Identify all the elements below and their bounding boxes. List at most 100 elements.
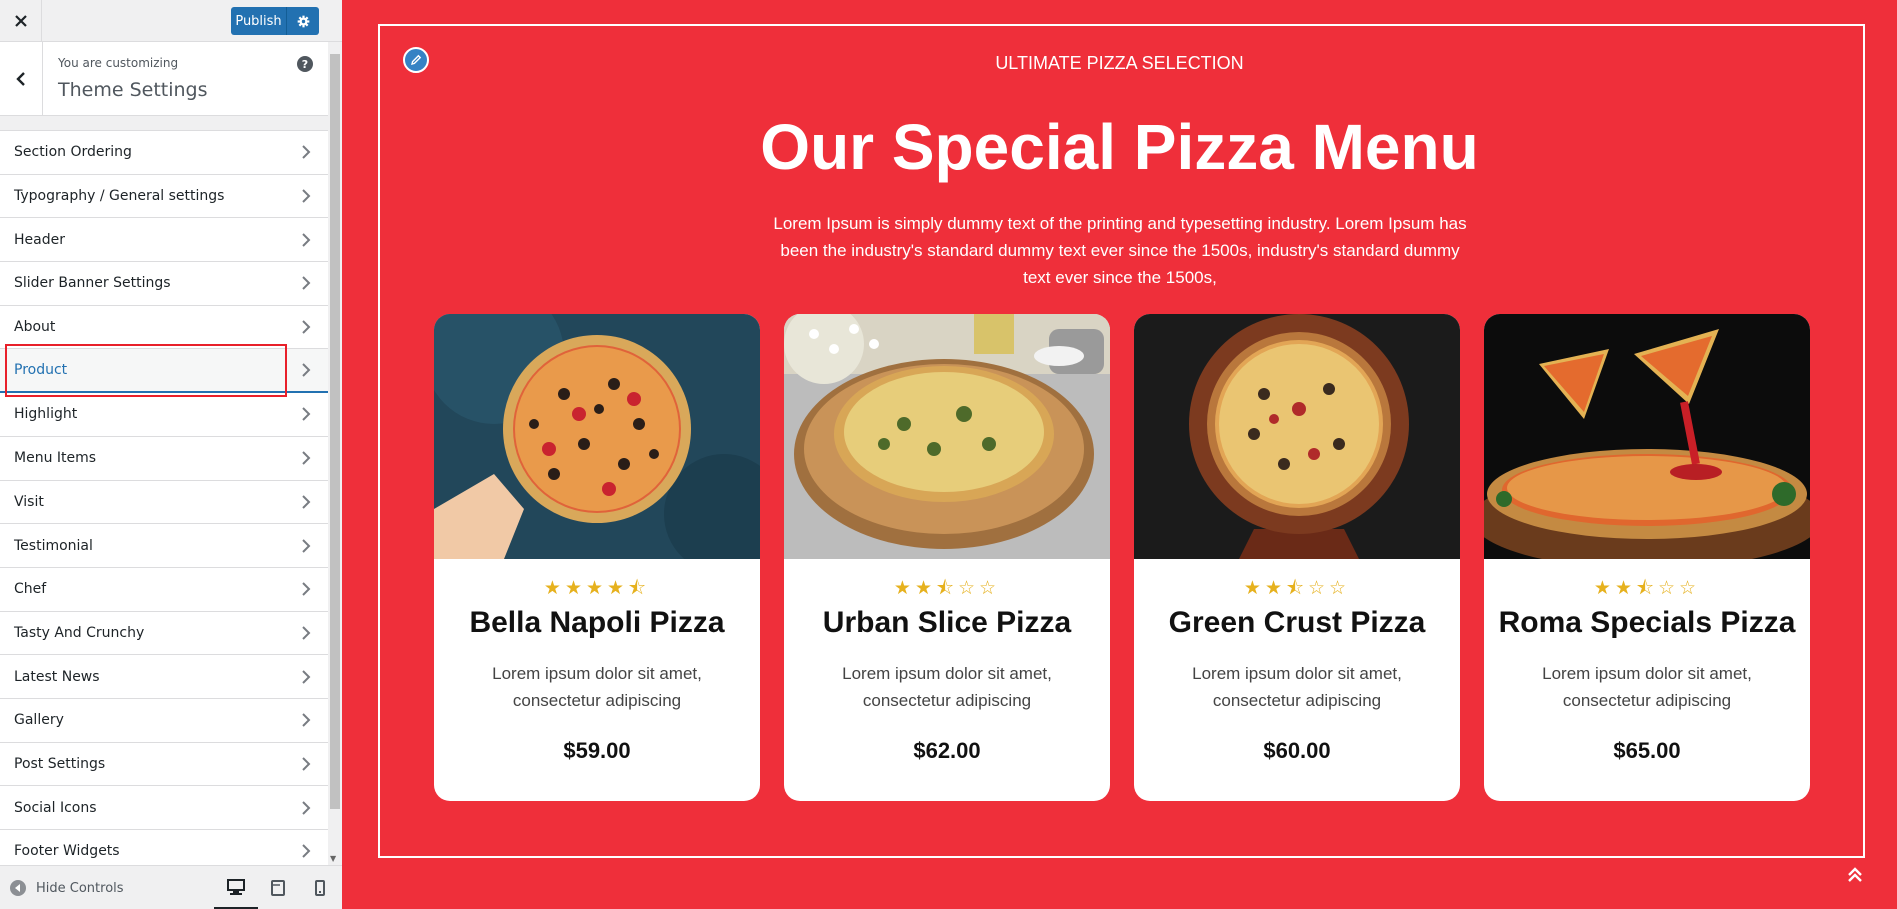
- publish-settings-button[interactable]: [286, 7, 319, 35]
- section-item-testimonial[interactable]: Testimonial: [0, 524, 328, 568]
- section-item-menu-items[interactable]: Menu Items: [0, 436, 328, 481]
- product-price: $60.00: [1263, 738, 1331, 763]
- hide-controls-button[interactable]: Hide Controls: [10, 866, 124, 909]
- section-item-typography-general-settings[interactable]: Typography / General settings: [0, 174, 328, 219]
- section-item-footer-widgets[interactable]: Footer Widgets: [0, 830, 328, 865]
- chevron-right-icon: [302, 844, 311, 859]
- publish-group: Publish: [231, 7, 319, 35]
- chevron-right-icon: [302, 451, 311, 465]
- preview-mobile-button[interactable]: [298, 866, 342, 909]
- back-chevron-icon: [16, 72, 25, 86]
- product-rating: ★★⯪☆☆: [1243, 577, 1351, 599]
- product-name: Bella Napoli Pizza: [469, 606, 725, 639]
- section-item-label: Testimonial: [14, 537, 93, 554]
- scrollbar-thumb[interactable]: [330, 54, 340, 809]
- chevron-right-icon: [302, 582, 311, 596]
- product-price: $62.00: [913, 738, 981, 763]
- preview-tablet-button[interactable]: [256, 866, 300, 909]
- product-card[interactable]: ★★★★⯪ Bella Napoli Pizza Lorem ipsum dol…: [434, 314, 760, 801]
- section-item-post-settings[interactable]: Post Settings: [0, 742, 328, 787]
- section-item-slider-banner-settings[interactable]: Slider Banner Settings: [0, 262, 328, 306]
- section-item-label: Social Icons: [14, 799, 97, 816]
- hide-controls-icon: [10, 880, 26, 896]
- section-item-product[interactable]: Product: [0, 349, 328, 394]
- gear-icon: [297, 15, 309, 27]
- tablet-icon: [271, 880, 285, 896]
- section-item-section-ordering[interactable]: Section Ordering: [0, 131, 328, 175]
- back-button[interactable]: [0, 42, 43, 116]
- chevron-right-icon: [302, 233, 311, 247]
- section-item-label: Tasty And Crunchy: [14, 624, 145, 641]
- section-item-label: Footer Widgets: [14, 843, 120, 860]
- section-item-highlight[interactable]: Highlight: [0, 393, 328, 437]
- product-image: [784, 314, 1110, 559]
- mobile-icon: [315, 880, 325, 896]
- section-item-header[interactable]: Header: [0, 218, 328, 263]
- product-description: Lorem ipsum dolor sit amet, consectetur …: [842, 664, 1052, 710]
- product-image: [1484, 314, 1810, 559]
- product-image: [434, 314, 760, 559]
- chevron-right-icon: [302, 320, 311, 334]
- product-price: $59.00: [563, 738, 631, 763]
- section-item-label: Post Settings: [14, 755, 106, 772]
- customizer-sidebar: Publish You are customizing Theme Settin…: [0, 0, 342, 909]
- product-rating: ★★★★⯪: [543, 577, 651, 599]
- desktop-icon: [227, 878, 245, 895]
- section-item-label: Latest News: [14, 668, 100, 685]
- product-name: Green Crust Pizza: [1168, 606, 1426, 639]
- double-chevron-up-icon[interactable]: [1846, 866, 1864, 884]
- product-description: Lorem ipsum dolor sit amet, consectetur …: [492, 664, 702, 710]
- product-description: Lorem ipsum dolor sit amet, consectetur …: [1542, 664, 1752, 710]
- section-item-label: Visit: [14, 493, 44, 510]
- section-item-label: Chef: [14, 581, 47, 598]
- chevron-right-icon: [302, 669, 311, 684]
- customizer-header: Publish: [0, 0, 342, 42]
- product-card[interactable]: ★★⯪☆☆ Green Crust Pizza Lorem ipsum dolo…: [1134, 314, 1460, 801]
- customizer-info: You are customizing Theme Settings ?: [0, 42, 328, 116]
- section-kicker: ULTIMATE PIZZA SELECTION: [995, 53, 1244, 73]
- customizing-label: You are customizing: [58, 56, 179, 70]
- help-icon[interactable]: ?: [297, 56, 313, 72]
- section-item-latest-news[interactable]: Latest News: [0, 655, 328, 699]
- section-item-tasty-and-crunchy[interactable]: Tasty And Crunchy: [0, 611, 328, 656]
- close-icon: [14, 15, 27, 27]
- section-item-gallery[interactable]: Gallery: [0, 698, 328, 743]
- section-intro: Lorem Ipsum is simply dummy text of the …: [773, 214, 1467, 287]
- section-item-label: Header: [14, 231, 65, 248]
- panel-title: Theme Settings: [58, 79, 208, 101]
- section-item-label: Gallery: [14, 712, 64, 729]
- product-image: [1134, 314, 1460, 559]
- product-rating: ★★⯪☆☆: [893, 577, 1001, 599]
- product-price: $65.00: [1613, 738, 1681, 763]
- chevron-right-icon: [302, 538, 311, 553]
- section-item-label: Highlight: [14, 406, 78, 423]
- customizer-footer: Hide Controls: [0, 865, 342, 909]
- close-button[interactable]: [0, 0, 42, 42]
- section-list: Section Ordering Typography / General set…: [0, 130, 328, 865]
- chevron-right-icon: [302, 713, 311, 727]
- section-item-social-icons[interactable]: Social Icons: [0, 786, 328, 830]
- chevron-right-icon: [302, 145, 311, 160]
- chevron-right-icon: [302, 757, 311, 771]
- product-name: Urban Slice Pizza: [822, 606, 1072, 639]
- chevron-right-icon: [302, 407, 311, 422]
- chevron-right-icon: [302, 626, 311, 640]
- hide-controls-label: Hide Controls: [36, 880, 124, 896]
- section-item-label: Section Ordering: [14, 144, 132, 161]
- section-item-label: Menu Items: [14, 450, 97, 467]
- section-item-chef[interactable]: Chef: [0, 567, 328, 612]
- sidebar-scrollbar[interactable]: ▼: [328, 42, 342, 865]
- section-item-visit[interactable]: Visit: [0, 480, 328, 525]
- product-name: Roma Specials Pizza: [1498, 606, 1796, 639]
- chevron-right-icon: [302, 495, 311, 509]
- section-headline: Our Special Pizza Menu: [760, 111, 1479, 183]
- section-item-about[interactable]: About: [0, 305, 328, 350]
- publish-button[interactable]: Publish: [231, 7, 286, 35]
- product-card[interactable]: ★★⯪☆☆ Urban Slice Pizza Lorem ipsum dolo…: [784, 314, 1110, 801]
- chevron-right-icon: [302, 800, 311, 815]
- scroll-down-arrow-icon[interactable]: ▼: [330, 854, 336, 863]
- preview-desktop-button[interactable]: [214, 866, 258, 909]
- chevron-right-icon: [302, 189, 311, 203]
- chevron-right-icon: [302, 276, 311, 291]
- product-card[interactable]: ★★⯪☆☆ Roma Specials Pizza Lorem ipsum do…: [1484, 314, 1810, 801]
